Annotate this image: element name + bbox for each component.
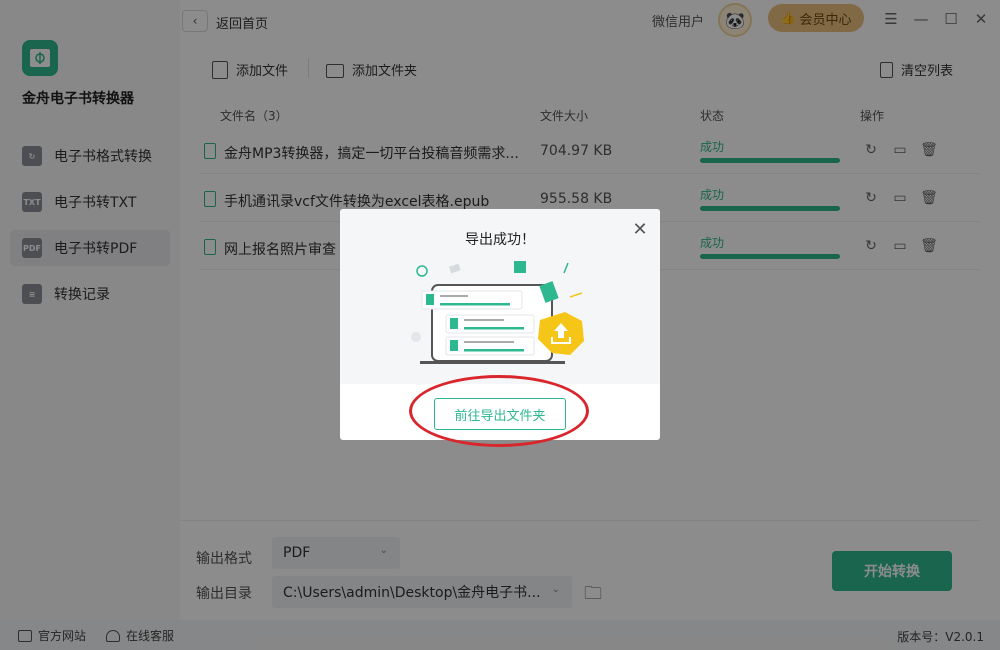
export-illustration: [411, 261, 584, 364]
dialog-close-icon[interactable]: ✕: [630, 219, 650, 240]
highlight-annotation: [409, 375, 589, 447]
dialog-body: 导出成功！ ✕: [340, 209, 660, 384]
dialog-title: 导出成功！: [465, 232, 535, 248]
